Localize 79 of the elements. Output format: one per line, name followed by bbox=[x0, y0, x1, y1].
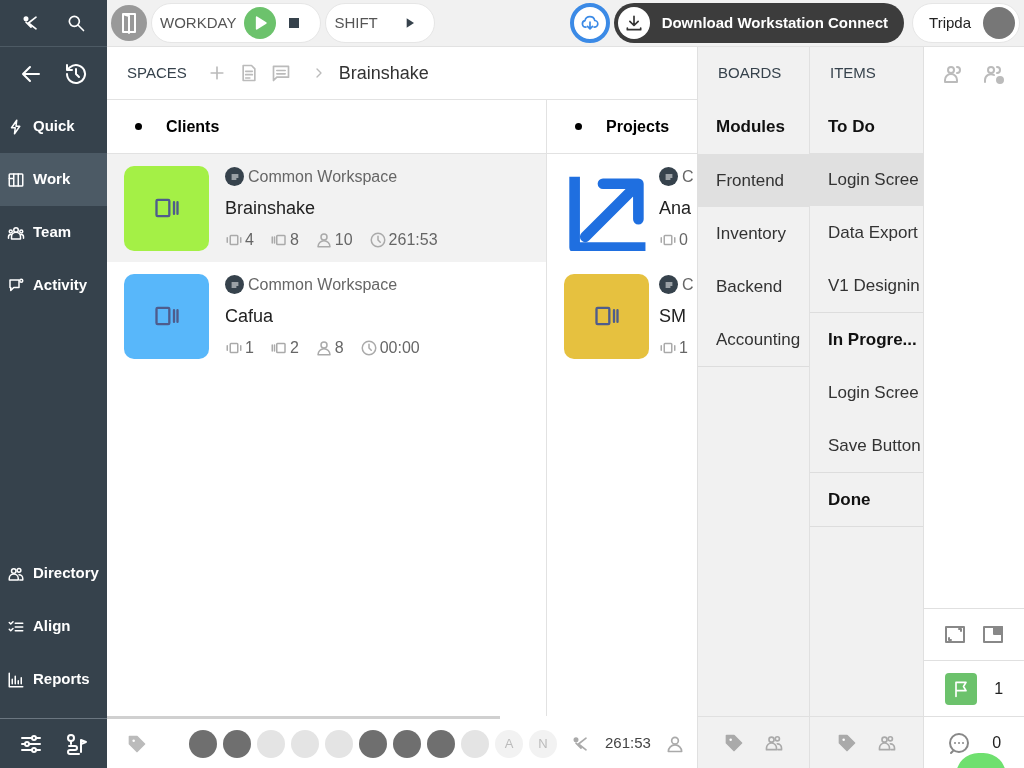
item-entry[interactable]: Login Scree bbox=[810, 366, 923, 419]
tag-icon[interactable] bbox=[127, 733, 147, 754]
card-title: Brainshake bbox=[225, 196, 317, 220]
group-title: To Do bbox=[827, 115, 876, 138]
clock-icon bbox=[359, 338, 378, 357]
item-entry[interactable]: Login Scree bbox=[810, 153, 923, 206]
board-item[interactable]: Inventory bbox=[698, 207, 809, 260]
workspace-name: Common Workspace bbox=[248, 166, 398, 187]
stat-value: 10 bbox=[334, 229, 353, 250]
clock-icon bbox=[368, 230, 387, 249]
stat-value: 261:53 bbox=[388, 229, 438, 250]
stat-value: 1 bbox=[245, 337, 254, 358]
board-icon bbox=[7, 170, 25, 189]
comment-count: 0 bbox=[992, 732, 1002, 753]
user-menu-button[interactable]: Tripda bbox=[912, 3, 1020, 43]
breadcrumb-current: Brainshake bbox=[338, 61, 429, 85]
comment-icon[interactable] bbox=[946, 730, 971, 755]
avatar bbox=[983, 7, 1015, 39]
tag-icon[interactable] bbox=[836, 732, 857, 753]
card-title: Ana bbox=[659, 196, 693, 220]
play-button[interactable] bbox=[244, 7, 277, 39]
stat-value: 8 bbox=[289, 229, 299, 250]
stat-value: 4 bbox=[245, 229, 254, 250]
stat-value: 00:00 bbox=[379, 337, 420, 358]
history-icon[interactable] bbox=[64, 61, 89, 86]
avatar[interactable] bbox=[427, 729, 455, 758]
board-item[interactable]: Frontend bbox=[698, 154, 809, 207]
comment-icon[interactable] bbox=[270, 63, 291, 83]
nav-item[interactable]: Reports bbox=[0, 653, 107, 706]
search-icon[interactable] bbox=[66, 13, 87, 33]
bullet-icon bbox=[575, 123, 582, 130]
flag-count: 1 bbox=[994, 678, 1004, 699]
avatar[interactable] bbox=[223, 729, 251, 758]
avatar[interactable] bbox=[393, 729, 421, 758]
stat-value: 1 bbox=[679, 337, 688, 358]
panel-header: ITEMS bbox=[829, 63, 877, 84]
flag-badge[interactable] bbox=[944, 672, 977, 705]
download-button[interactable]: Download Workstation Connect bbox=[613, 3, 905, 43]
nav-item[interactable]: Activity bbox=[0, 259, 107, 312]
shift-label: SHIFT bbox=[334, 12, 378, 33]
panel-header: BOARDS bbox=[717, 63, 783, 84]
group-title: Modules bbox=[715, 116, 786, 139]
scrollbar[interactable] bbox=[107, 716, 500, 719]
person-icon bbox=[314, 338, 333, 357]
nav-item[interactable]: Work bbox=[0, 153, 107, 206]
nav-item[interactable]: Quick bbox=[0, 100, 107, 153]
board-item[interactable]: Backend bbox=[698, 260, 809, 313]
avatar[interactable] bbox=[189, 729, 217, 758]
item-entry[interactable]: V1 Designin bbox=[810, 259, 923, 312]
group-title: Done bbox=[827, 488, 872, 511]
avatar[interactable] bbox=[359, 729, 387, 758]
workspace-name: C bbox=[682, 274, 694, 295]
nav-item[interactable]: Directory bbox=[0, 547, 107, 600]
workspace-name: Common Workspace bbox=[248, 274, 398, 295]
nav-item[interactable]: Team bbox=[0, 206, 107, 259]
cloud-download-button[interactable] bbox=[569, 3, 610, 43]
tag-icon[interactable] bbox=[723, 732, 744, 753]
breadcrumb-root[interactable]: SPACES bbox=[127, 61, 187, 85]
board-item[interactable]: Accounting bbox=[698, 313, 809, 366]
item-entry[interactable]: Data Export bbox=[810, 206, 923, 259]
item-entry[interactable]: Save Button bbox=[810, 419, 923, 472]
group-title: In Progre... bbox=[827, 328, 918, 351]
nav-item[interactable]: Align bbox=[0, 600, 107, 653]
person-icon bbox=[314, 230, 333, 249]
card-title: Cafua bbox=[225, 304, 275, 328]
column-title: Clients bbox=[166, 116, 220, 137]
map-pin-flag-icon[interactable] bbox=[64, 731, 89, 756]
time-total: 261:53 bbox=[605, 733, 651, 754]
door-button[interactable] bbox=[111, 5, 147, 41]
workday-label: WORKDAY bbox=[160, 12, 237, 33]
bullet-icon bbox=[135, 123, 142, 130]
stat-value: 8 bbox=[334, 337, 344, 358]
card[interactable]: Common Workspace Brainshake 4 8 10 261:53 bbox=[107, 154, 546, 262]
bar-chart-icon bbox=[7, 670, 25, 689]
workspace-name: C bbox=[682, 166, 694, 187]
stat-value: 2 bbox=[289, 337, 299, 358]
stat-value: 0 bbox=[679, 229, 688, 250]
column-title: Projects bbox=[606, 116, 670, 137]
card-title: SM bbox=[659, 304, 687, 328]
